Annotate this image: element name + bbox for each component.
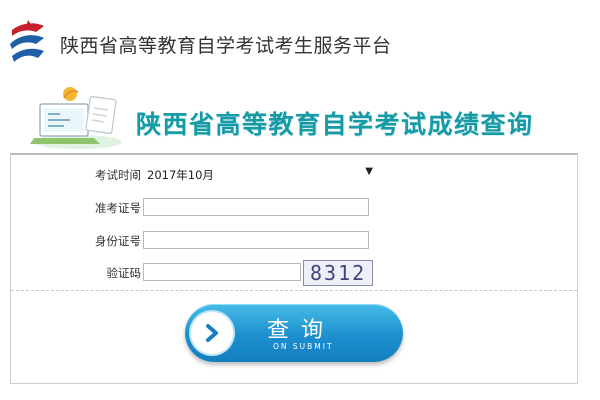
query-form: 考试时间 ： 2017年10月 ▼ 准考证号 ： 身份证号 ： 验证码 ： 83… <box>10 153 578 384</box>
submit-sublabel: ON SUBMIT <box>273 342 334 351</box>
ticket-number-row: 准考证号 ： <box>11 197 577 219</box>
captcha-row: 验证码 ： 8312 <box>11 260 577 286</box>
captcha-image[interactable]: 8312 <box>303 260 373 286</box>
provincial-exam-logo <box>10 20 44 62</box>
page-banner: 陕西省高等教育自学考试成绩查询 <box>0 80 600 150</box>
page-header: 陕西省高等教育自学考试考生服务平台 <box>0 0 600 80</box>
captcha-code: 8312 <box>310 261 367 285</box>
id-number-row: 身份证号 ： <box>11 230 577 252</box>
exam-time-row: 考试时间 ： 2017年10月 ▼ <box>11 164 577 186</box>
id-number-input[interactable] <box>143 231 369 249</box>
submit-query-button[interactable]: 查询 ON SUBMIT <box>185 304 403 362</box>
ticket-number-input[interactable] <box>143 198 369 216</box>
dropdown-arrow-icon: ▼ <box>365 166 373 177</box>
exam-time-value: 2017年10月 <box>147 168 214 182</box>
arrow-circle <box>191 312 233 354</box>
laptop-document-icon <box>30 87 122 149</box>
chevron-right-icon <box>206 324 218 342</box>
form-divider <box>11 290 577 291</box>
site-title: 陕西省高等教育自学考试考生服务平台 <box>60 35 392 57</box>
submit-label: 查询 <box>267 318 336 343</box>
exam-time-select[interactable]: 2017年10月 ▼ <box>143 164 373 184</box>
captcha-input[interactable] <box>143 263 301 281</box>
banner-title: 陕西省高等教育自学考试成绩查询 <box>136 110 534 139</box>
